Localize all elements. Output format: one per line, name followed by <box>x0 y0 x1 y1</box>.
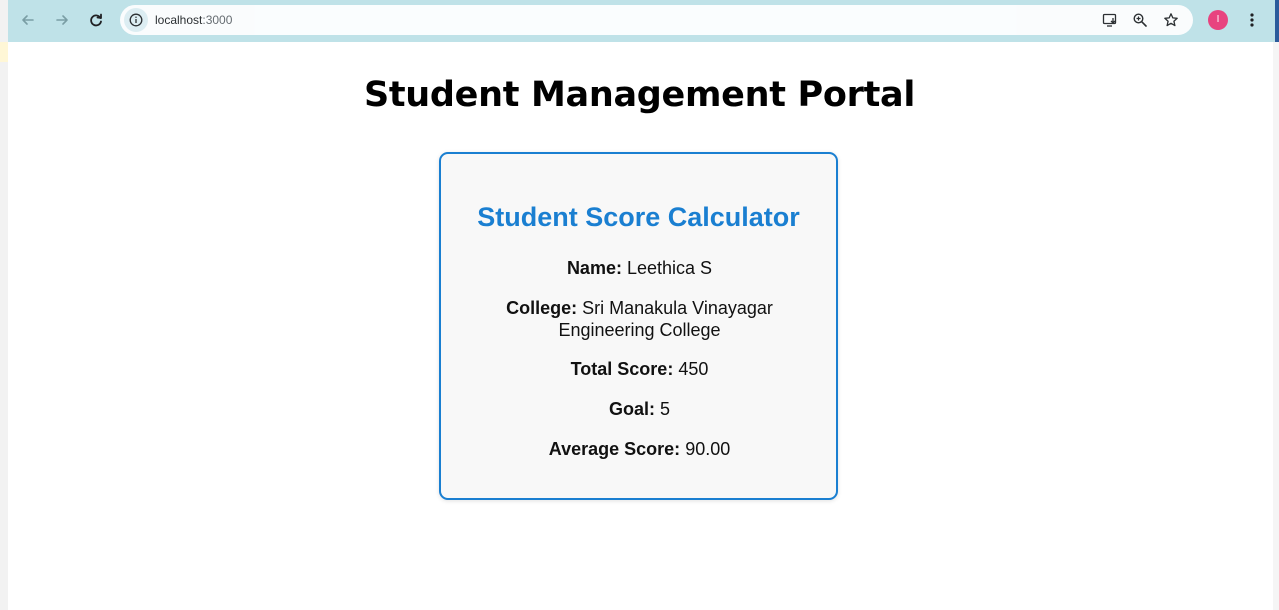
address-bar[interactable]: localhost:3000 <box>120 5 1193 35</box>
url-port: :3000 <box>202 13 233 27</box>
kebab-menu-icon <box>1250 13 1254 27</box>
goal-field: Goal: 5 <box>481 398 798 420</box>
install-app-icon <box>1102 13 1117 27</box>
back-arrow-icon <box>22 15 34 25</box>
reload-icon <box>90 13 102 27</box>
url-text: localhost:3000 <box>155 12 232 28</box>
browser-toolbar: localhost:3000 I <box>0 0 1279 42</box>
total-score-label: Total Score: <box>570 359 674 379</box>
scrollbar-track[interactable] <box>1273 42 1279 610</box>
browser-menu-button[interactable] <box>1244 10 1260 30</box>
forward-button[interactable] <box>50 8 74 32</box>
browser-window: localhost:3000 I Student Management Port… <box>0 0 1279 610</box>
zoom-icon <box>1133 13 1147 27</box>
star-icon <box>1164 13 1178 27</box>
college-label: College: <box>506 298 578 318</box>
bookmark-button[interactable] <box>1162 11 1180 29</box>
zoom-button[interactable] <box>1131 11 1149 29</box>
profile-avatar[interactable]: I <box>1208 10 1228 30</box>
url-host: localhost <box>155 13 203 27</box>
card-title: Student Score Calculator <box>477 202 800 232</box>
average-score-field: Average Score: 90.00 <box>481 438 798 460</box>
info-icon <box>129 13 143 27</box>
page-title: Student Management Portal <box>363 75 916 115</box>
college-value: Sri Manakula Vinayagar Engineering Colle… <box>558 298 773 340</box>
site-info-button[interactable] <box>124 8 148 32</box>
window-edge-right <box>1275 0 1279 42</box>
reload-button[interactable] <box>84 8 108 32</box>
goal-label: Goal: <box>608 399 655 419</box>
total-score-value: 450 <box>678 359 709 379</box>
total-score-field: Total Score: 450 <box>481 358 798 380</box>
install-app-button[interactable] <box>1101 11 1119 29</box>
name-value: Leethica S <box>626 258 713 278</box>
name-label: Name: <box>566 258 622 278</box>
name-field: Name: Leethica S <box>481 257 798 279</box>
score-card: Student Score Calculator Name: Leethica … <box>439 152 838 500</box>
forward-arrow-icon <box>56 15 68 25</box>
back-button[interactable] <box>16 8 40 32</box>
college-field: College: Sri Manakula Vinayagar Engineer… <box>481 297 798 341</box>
goal-value: 5 <box>660 399 671 419</box>
average-score-value: 90.00 <box>685 439 731 459</box>
average-score-label: Average Score: <box>548 439 681 459</box>
